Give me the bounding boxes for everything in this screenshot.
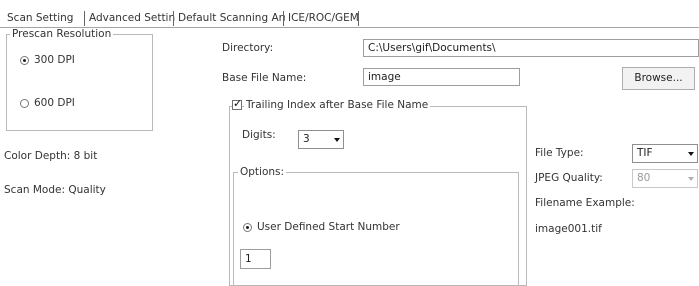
trailing-index-checkbox[interactable] [232,97,242,110]
tab-scan-setting[interactable]: Scan Setting [4,11,77,25]
radio-user-defined-start-label[interactable]: User Defined Start Number [257,221,400,234]
digits-select[interactable]: 3 [298,130,344,149]
file-type-value: TIF [637,147,653,159]
tab-separator [283,11,284,26]
radio-600-dpi[interactable] [20,99,29,108]
color-depth-text: Color Depth: 8 bit [4,150,98,162]
tab-bar: Scan Setting Advanced Setting Default Sc… [0,0,699,28]
prescan-resolution-group [6,34,153,131]
digits-value: 3 [303,133,310,145]
radio-300-dpi-label[interactable]: 300 DPI [34,54,75,67]
filename-example-label: Filename Example: [535,197,635,209]
scan-mode-text: Scan Mode: Quality [4,184,106,196]
jpeg-quality-value: 80 [637,172,651,184]
file-type-select[interactable]: TIF [632,144,698,163]
tab-default-scanning-area[interactable]: Default Scanning Area [175,11,299,25]
trailing-index-label[interactable]: Trailing Index after Base File Name [244,99,431,111]
tab-separator [173,11,174,26]
tab-separator [358,11,359,26]
digits-label: Digits: [242,129,276,141]
start-number-field[interactable]: 1 [240,249,271,269]
chevron-down-icon [688,152,694,156]
browse-button[interactable]: Browse... [622,67,695,90]
base-file-name-field[interactable]: image [363,68,520,86]
directory-field[interactable]: C:\Users\gif\Documents\ [363,39,699,57]
prescan-resolution-legend: Prescan Resolution [10,28,114,40]
file-type-label: File Type: [535,147,584,159]
radio-user-defined-start[interactable] [243,223,252,232]
tab-advanced-setting[interactable]: Advanced Setting [86,11,185,25]
radio-300-dpi[interactable] [20,56,29,65]
filename-example-value: image001.tif [535,223,602,235]
jpeg-quality-label: JPEG Quality: [535,172,603,184]
directory-label: Directory: [222,42,274,54]
jpeg-quality-select: 80 [632,169,698,188]
base-file-name-label: Base File Name: [222,72,307,84]
options-legend: Options: [238,166,287,178]
radio-600-dpi-label[interactable]: 600 DPI [34,97,75,110]
tab-ice-roc-gem[interactable]: ICE/ROC/GEM [285,11,362,25]
tab-separator [84,11,85,26]
chevron-down-icon [688,177,694,181]
chevron-down-icon [334,138,340,142]
